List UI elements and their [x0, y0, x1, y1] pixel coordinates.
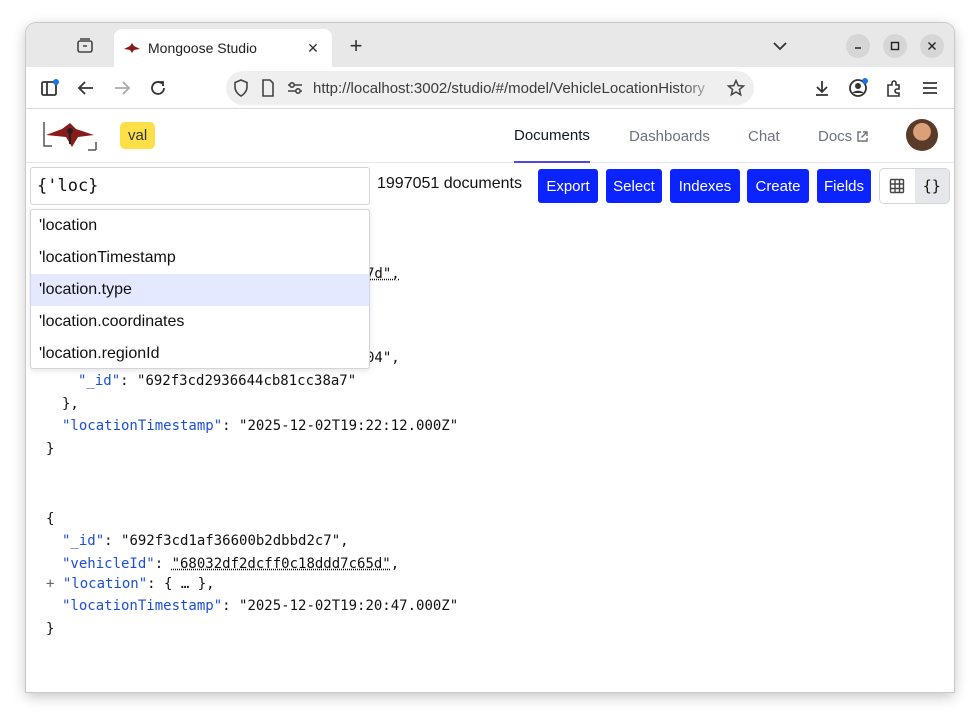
- json-colon: :: [222, 598, 240, 614]
- autocomplete-item-location-type[interactable]: 'location.type: [31, 274, 369, 306]
- json-value: "2025-12-02T19:20:47.000Z": [239, 598, 459, 614]
- back-icon[interactable]: [74, 76, 98, 100]
- autocomplete-item-location-timestamp[interactable]: 'locationTimestamp: [31, 242, 369, 274]
- address-bar[interactable]: http://localhost:3002/studio/#/model/Veh…: [226, 71, 754, 105]
- external-link-icon: [856, 130, 869, 143]
- json-key: "_id": [78, 373, 121, 389]
- id-line: "_id": "692f3cd1af36600b2dbbd2c7",: [62, 531, 349, 551]
- location-close-line: },: [62, 396, 79, 412]
- nav-chat[interactable]: Chat: [748, 110, 780, 163]
- export-button[interactable]: Export: [538, 169, 598, 203]
- timestamp-line: "locationTimestamp": "2025-12-02T19:20:4…: [62, 596, 458, 616]
- json-colon: :: [104, 533, 122, 549]
- vehicle-id-link[interactable]: "68032df2dcff0c18ddd7c65d": [172, 556, 391, 572]
- autocomplete-dropdown: 'location 'locationTimestamp 'location.t…: [30, 209, 370, 369]
- document-open-brace: {: [46, 511, 55, 527]
- select-button[interactable]: Select: [606, 169, 662, 203]
- reload-icon[interactable]: [146, 76, 170, 100]
- json-key: "locationTimestamp": [62, 598, 223, 614]
- app-header: val Documents Dashboards Chat Docs: [26, 110, 954, 163]
- extensions-icon[interactable]: [882, 76, 906, 100]
- view-toggle: {}: [879, 168, 950, 204]
- tab-strip: Mongoose Studio ✕ +: [26, 23, 954, 67]
- tab-close-icon[interactable]: ✕: [304, 39, 322, 57]
- user-avatar[interactable]: [906, 119, 938, 151]
- maximize-icon[interactable]: [883, 34, 907, 58]
- json-colon: :: [154, 556, 172, 572]
- location-line: + "location": { … },: [46, 574, 215, 594]
- json-key: "location": [62, 576, 148, 592]
- menu-icon[interactable]: [918, 76, 942, 100]
- collapsed-object[interactable]: { … },: [164, 576, 215, 592]
- document-close-brace: }: [46, 441, 55, 457]
- document-count: 1997051 documents: [377, 175, 522, 192]
- profile-icon[interactable]: [846, 76, 870, 100]
- nav-documents[interactable]: Documents: [514, 110, 590, 163]
- nav-docs[interactable]: Docs: [818, 110, 869, 163]
- bookmark-star-icon[interactable]: [724, 76, 748, 100]
- close-window-icon[interactable]: [920, 34, 944, 58]
- timestamp-line: "locationTimestamp": "2025-12-02T19:22:1…: [62, 416, 458, 436]
- nav-docs-label: Docs: [818, 128, 853, 145]
- json-colon: :: [222, 418, 240, 434]
- shield-icon[interactable]: [229, 76, 253, 100]
- minimize-icon[interactable]: [846, 34, 870, 58]
- autocomplete-item-location-region-id[interactable]: 'location.regionId: [31, 338, 369, 370]
- indexes-button[interactable]: Indexes: [670, 169, 740, 203]
- json-key: "_id": [62, 533, 105, 549]
- create-button[interactable]: Create: [747, 169, 809, 203]
- json-view-button[interactable]: {}: [914, 169, 949, 203]
- tab-groups-icon[interactable]: [74, 35, 96, 57]
- browser-tab[interactable]: Mongoose Studio ✕: [114, 29, 332, 67]
- autocomplete-item-location-coordinates[interactable]: 'location.coordinates: [31, 306, 369, 338]
- chevron-down-icon[interactable]: [768, 34, 792, 58]
- json-value: "692f3cd2936644cb81cc38a7": [137, 373, 357, 389]
- json-comma: ,: [390, 556, 400, 572]
- nav-dashboards[interactable]: Dashboards: [629, 110, 710, 163]
- json-colon: :: [120, 373, 138, 389]
- site-settings-icon[interactable]: [283, 76, 307, 100]
- autocomplete-item-location[interactable]: 'location: [31, 210, 369, 242]
- browser-window: Mongoose Studio ✕ + http://localhost:300…: [26, 23, 954, 692]
- location-id-line: "_id": "692f3cd2936644cb81cc38a7": [78, 371, 356, 391]
- vehicle-id-fragment-text[interactable]: 7d",: [366, 266, 400, 282]
- table-view-icon[interactable]: [880, 169, 915, 203]
- json-colon: :: [147, 576, 165, 592]
- mongoose-logo[interactable]: [40, 118, 100, 154]
- download-icon[interactable]: [810, 76, 834, 100]
- region-id-fragment: 04",: [366, 350, 400, 366]
- connection-badge[interactable]: val: [120, 122, 156, 149]
- mongoose-favicon-icon: [124, 40, 140, 56]
- page-info-icon[interactable]: [256, 76, 280, 100]
- json-key: "vehicleId": [62, 556, 155, 572]
- json-value: "692f3cd1af36600b2dbbd2c7",: [121, 533, 349, 549]
- new-tab-icon[interactable]: +: [344, 33, 368, 58]
- document-close-brace: }: [46, 621, 55, 637]
- browser-toolbar: http://localhost:3002/studio/#/model/Veh…: [26, 67, 954, 109]
- url-text[interactable]: http://localhost:3002/studio/#/model/Veh…: [313, 80, 721, 97]
- search-input[interactable]: {'loc}: [30, 167, 370, 205]
- forward-icon[interactable]: [110, 76, 134, 100]
- vehicle-id-line: "vehicleId": "68032df2dcff0c18ddd7c65d",: [62, 554, 399, 574]
- fields-button[interactable]: Fields: [817, 169, 871, 203]
- expand-toggle[interactable]: +: [46, 576, 63, 592]
- vehicle-id-fragment: 7d",: [366, 264, 400, 284]
- json-key: "locationTimestamp": [62, 418, 223, 434]
- side-panel-icon[interactable]: [38, 76, 62, 100]
- json-value: "2025-12-02T19:22:12.000Z": [239, 418, 459, 434]
- tab-title: Mongoose Studio: [148, 40, 257, 56]
